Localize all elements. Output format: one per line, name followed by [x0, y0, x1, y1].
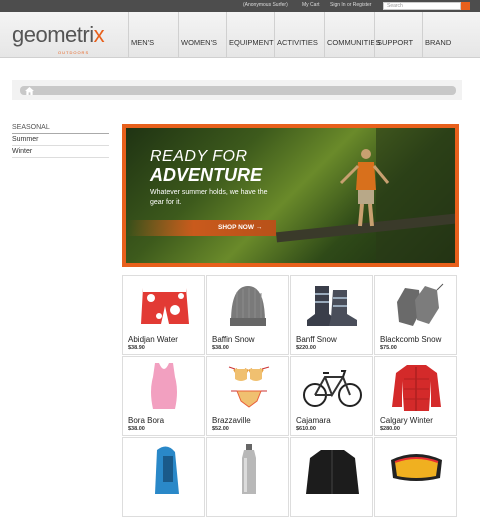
bicycle-icon [303, 370, 362, 407]
product-card[interactable] [122, 437, 205, 517]
logo-x: x [93, 22, 105, 47]
logo-subtitle: OUTDOORS [58, 50, 90, 55]
product-card[interactable]: Bora Bora $38.00 [122, 356, 205, 436]
sidebar-item-winter[interactable]: Winter [12, 146, 109, 158]
product-card[interactable]: Abidjan Water $38.90 [122, 275, 205, 355]
nav-label: EQUIPMENT [229, 38, 274, 47]
product-price: $52.00 [212, 426, 229, 432]
logo-text: geometri [12, 22, 94, 47]
product-price: $610.00 [296, 426, 316, 432]
product-card[interactable] [290, 437, 373, 517]
nav-label: COMMUNITIES [327, 38, 381, 47]
site-header: geometrix OUTDOORS MEN'S WOMEN'S EQUIPME… [0, 12, 480, 58]
home-icon[interactable] [25, 87, 34, 95]
nav-activities[interactable]: ACTIVITIES [274, 12, 324, 58]
product-name: Calgary Winter [380, 416, 433, 425]
product-name: Blackcomb Snow [380, 335, 442, 344]
nav-label: BRAND [425, 38, 452, 47]
backpack-icon [155, 446, 179, 494]
product-name: Abidjan Water [128, 335, 178, 344]
product-price: $75.00 [380, 345, 397, 351]
sidebar-item-summer[interactable]: Summer [12, 134, 109, 146]
gloves-icon [397, 283, 444, 326]
search-button[interactable] [461, 2, 470, 10]
nav-support[interactable]: SUPPORT [374, 12, 422, 58]
nav-equipment[interactable]: EQUIPMENT [226, 12, 274, 58]
banner-tagline: Whatever summer holds, we have the gear … [150, 189, 268, 206]
product-price: $280.00 [380, 426, 400, 432]
cart-link[interactable]: My Cart [302, 2, 320, 8]
shop-now-label: SHOP NOW → [218, 224, 263, 231]
product-price: $38.00 [128, 426, 145, 432]
coat-icon [306, 450, 359, 494]
product-name: Cajamara [296, 416, 331, 425]
board-shorts-icon [141, 288, 189, 324]
product-name: Bora Bora [128, 416, 165, 425]
beanie-icon [230, 286, 266, 326]
nav-brand[interactable]: BRAND [422, 12, 462, 58]
product-card[interactable]: Blackcomb Snow $75.00 [374, 275, 457, 355]
banner-headline: READY FOR [150, 148, 248, 165]
bottle-icon [242, 444, 256, 494]
banner-headline-emphasis: ADVENTURE [150, 165, 263, 185]
banner-image: READY FOR ADVENTURE Whatever summer hold… [126, 128, 455, 263]
product-price: $220.00 [296, 345, 316, 351]
tank-top-icon [151, 363, 177, 409]
product-name: Baffin Snow [212, 335, 255, 344]
logo[interactable]: geometrix [12, 22, 105, 48]
breadcrumb [12, 80, 462, 100]
nav-mens[interactable]: MEN'S [128, 12, 178, 58]
promo-banner[interactable]: READY FOR ADVENTURE Whatever summer hold… [122, 124, 459, 267]
sidebar-heading: SEASONAL [12, 124, 109, 134]
product-name: Brazzaville [212, 416, 251, 425]
product-card[interactable]: Banff Snow $220.00 [290, 275, 373, 355]
signin-link[interactable]: Sign In or Register [330, 2, 371, 8]
product-card[interactable]: Cajamara $610.00 [290, 356, 373, 436]
search-input[interactable]: Search [383, 2, 461, 10]
ski-boots-icon [307, 286, 357, 326]
goggles-icon [391, 454, 442, 481]
bikini-icon [228, 366, 270, 408]
breadcrumb-bar [20, 86, 456, 95]
nav-label: WOMEN'S [181, 38, 218, 47]
shop-now-button[interactable]: SHOP NOW → [126, 220, 276, 236]
nav-label: SUPPORT [377, 38, 414, 47]
top-utility-bar: (Anonymous Surfer) My Cart Sign In or Re… [0, 0, 480, 12]
nav-label: ACTIVITIES [277, 38, 318, 47]
product-price: $38.00 [212, 345, 229, 351]
jacket-icon [392, 365, 441, 411]
sidebar: SEASONAL Summer Winter [12, 124, 109, 158]
product-price: $38.90 [128, 345, 145, 351]
product-card[interactable]: Calgary Winter $280.00 [374, 356, 457, 436]
nav-communities[interactable]: COMMUNITIES [324, 12, 380, 58]
nav-label: MEN'S [131, 38, 155, 47]
product-name: Banff Snow [296, 335, 337, 344]
nav-womens[interactable]: WOMEN'S [178, 12, 226, 58]
user-status: (Anonymous Surfer) [243, 2, 288, 8]
product-card[interactable]: Baffin Snow $38.00 [206, 275, 289, 355]
product-card[interactable] [374, 437, 457, 517]
product-card[interactable]: Brazzaville $52.00 [206, 356, 289, 436]
product-card[interactable] [206, 437, 289, 517]
